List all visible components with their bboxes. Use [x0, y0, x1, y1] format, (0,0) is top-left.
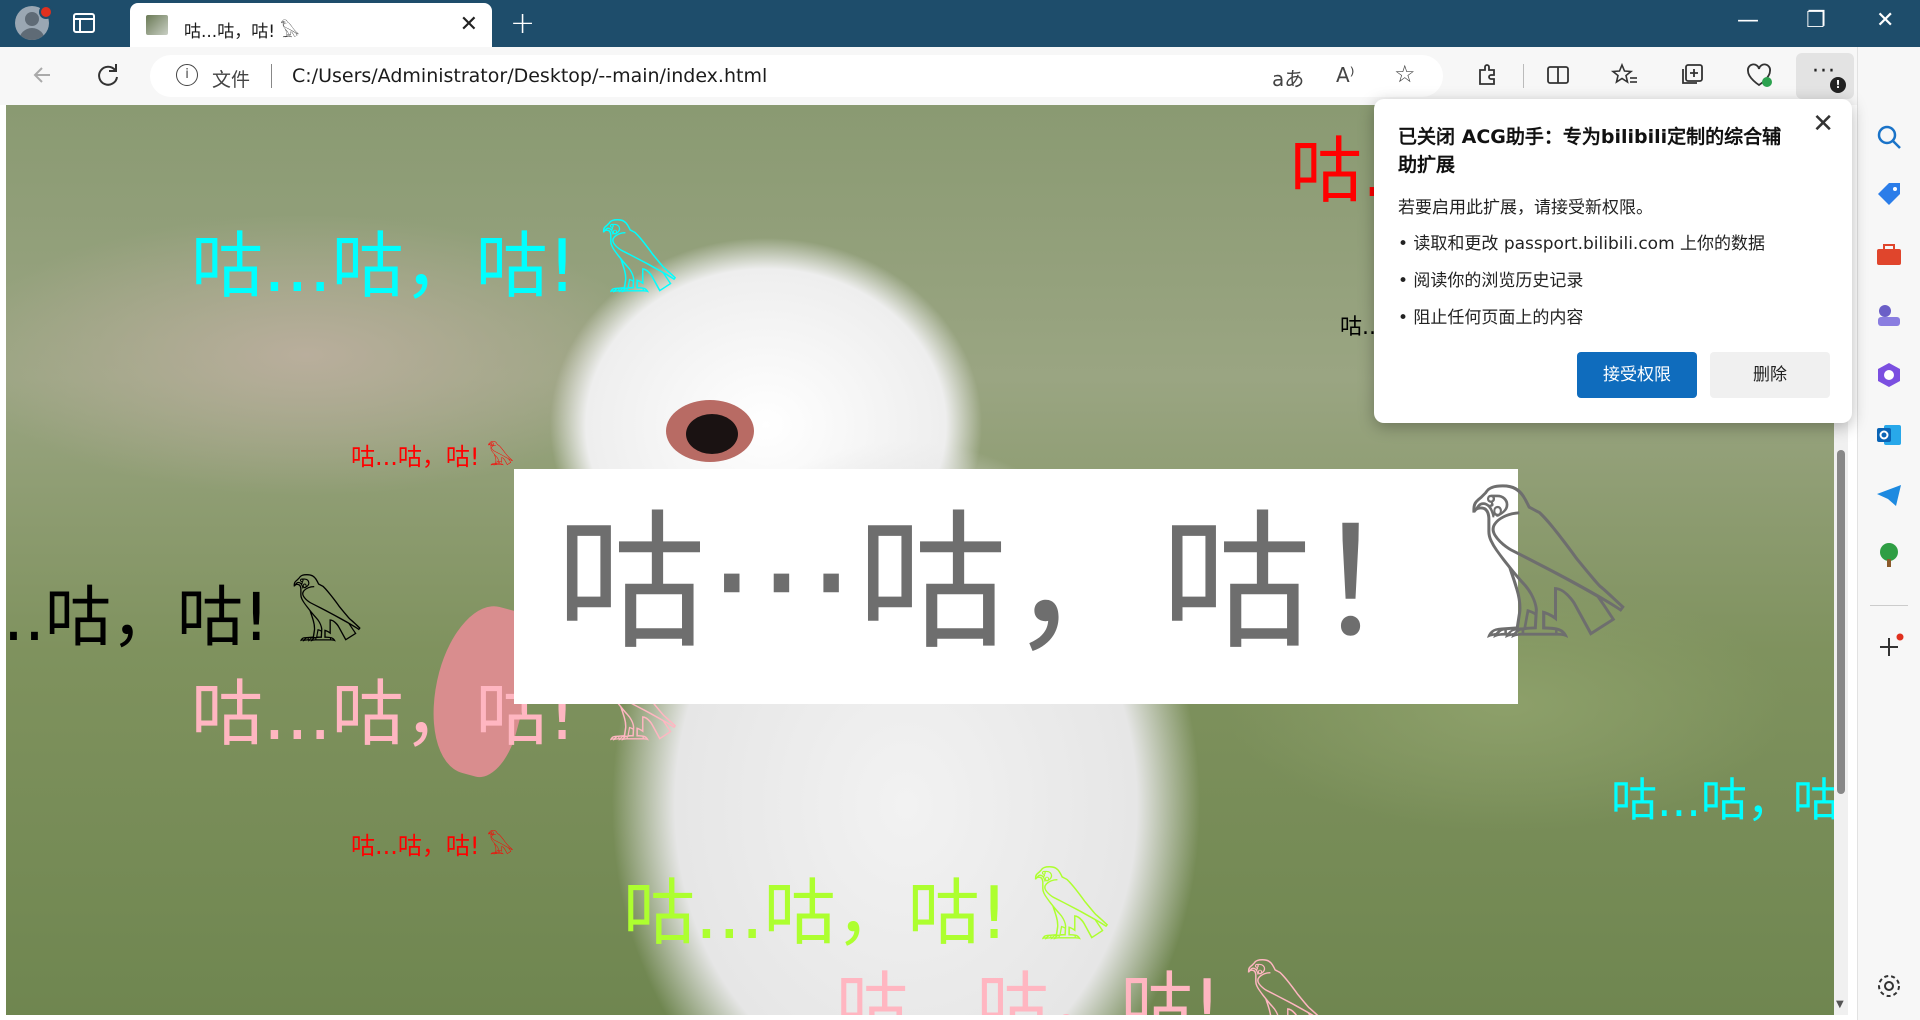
file-scheme-label: 文件 [212, 69, 251, 91]
refresh-icon[interactable] [93, 60, 123, 90]
danmu-text-red-1: 咕...咕，咕! 𓅃 [351, 443, 514, 471]
split-screen-icon[interactable] [1543, 60, 1573, 90]
delete-extension-button[interactable]: 删除 [1710, 352, 1830, 398]
danmu-text-red-2: 咕...咕，咕! 𓅃 [351, 832, 514, 860]
center-banner: 咕···咕，咕！𓅃 [514, 469, 1632, 704]
scrollbar-thumb[interactable] [1837, 450, 1845, 794]
more-alert-badge: ! [1830, 77, 1846, 93]
back-arrow-icon[interactable] [28, 60, 58, 90]
title-bar: 咕...咕，咕! 𓅃 ✕ + — ❐ ✕ [0, 0, 1920, 47]
accept-permissions-button[interactable]: 接受权限 [1577, 352, 1697, 398]
permission-item: • 阻止任何页面上的内容 [1398, 308, 1584, 328]
danmu-text-cyan-2: 咕...咕，咕 [1611, 773, 1835, 827]
outlook-icon[interactable] [1874, 420, 1904, 450]
sidebar-settings-gear-icon[interactable] [1874, 971, 1904, 1001]
tab-actions-icon[interactable] [72, 11, 96, 35]
collections-icon[interactable] [1677, 60, 1707, 90]
settings-and-more-button[interactable]: ··· ! [1796, 53, 1854, 99]
search-icon[interactable] [1874, 122, 1904, 152]
address-bar[interactable]: i 文件 C:/Users/Administrator/Desktop/--ma… [150, 55, 1443, 97]
danmu-text-pink-2: 咕...咕，咕! 𓅃 [836, 964, 1325, 1015]
games-icon[interactable] [1874, 300, 1904, 330]
close-window-button[interactable]: ✕ [1876, 8, 1894, 33]
sidebar-divider [1870, 605, 1908, 606]
tree-icon[interactable] [1874, 540, 1904, 570]
tab-close-button[interactable]: ✕ [460, 12, 478, 37]
extensions-icon[interactable] [1472, 60, 1502, 90]
new-tab-button[interactable]: + [510, 6, 535, 41]
restore-button[interactable]: ❐ [1806, 8, 1826, 33]
url-text[interactable]: C:/Users/Administrator/Desktop/--main/in… [292, 65, 767, 87]
active-tab[interactable]: 咕...咕，咕! 𓅃 ✕ [130, 3, 492, 47]
danmu-text-red-3: 咕. [1290, 129, 1385, 213]
browser-essentials-icon[interactable] [1744, 60, 1774, 90]
pigeon-eye [666, 400, 754, 462]
toolbar-separator [1523, 64, 1524, 88]
read-aloud-icon[interactable]: A⁾ [1336, 63, 1355, 87]
add-icon[interactable] [1874, 632, 1904, 662]
popup-close-button[interactable]: ✕ [1812, 109, 1834, 139]
tab-title: 咕...咕，咕! 𓅃 [184, 22, 300, 42]
extension-disabled-popup: 已关闭 ACG助手：专为bilibili定制的综合辅助扩展 ✕ 若要启用此扩展，… [1374, 99, 1852, 423]
tools-icon[interactable] [1874, 240, 1904, 270]
popup-description: 若要启用此扩展，请接受新权限。 [1398, 198, 1653, 218]
site-info-icon[interactable]: i [176, 64, 198, 86]
danmu-text-green-1: 咕...咕，咕! 𓅃 [623, 871, 1112, 955]
permission-item: • 阅读你的浏览历史记录 [1398, 271, 1584, 291]
telegram-send-icon[interactable] [1874, 480, 1904, 510]
edge-sidebar [1857, 47, 1920, 1020]
copilot-icon[interactable] [1874, 360, 1904, 390]
profile-notification-dot [39, 5, 53, 19]
banner-text: 咕···咕，咕！𓅃 [556, 497, 1635, 671]
favorites-icon[interactable] [1610, 60, 1640, 90]
danmu-text-cyan-1: 咕...咕，咕! 𓅃 [191, 224, 680, 308]
scroll-down-arrow-icon[interactable]: ▼ [1836, 999, 1844, 1010]
danmu-text-black-1: 咕...咕，咕! 𓅃 [6, 579, 364, 656]
minimize-button[interactable]: — [1737, 8, 1759, 33]
tab-favicon-icon [146, 15, 168, 35]
popup-title: 已关闭 ACG助手：专为bilibili定制的综合辅助扩展 [1398, 126, 1782, 176]
translate-icon[interactable]: aあ [1272, 63, 1304, 92]
address-separator [271, 64, 272, 88]
navigation-toolbar: i 文件 C:/Users/Administrator/Desktop/--ma… [0, 47, 1920, 105]
shopping-tag-icon[interactable] [1874, 180, 1904, 210]
favorite-star-icon[interactable]: ☆ [1394, 60, 1416, 88]
permission-item: • 读取和更改 passport.bilibili.com 上你的数据 [1398, 234, 1766, 254]
danmu-text-black-2: 咕.. [1340, 315, 1376, 340]
